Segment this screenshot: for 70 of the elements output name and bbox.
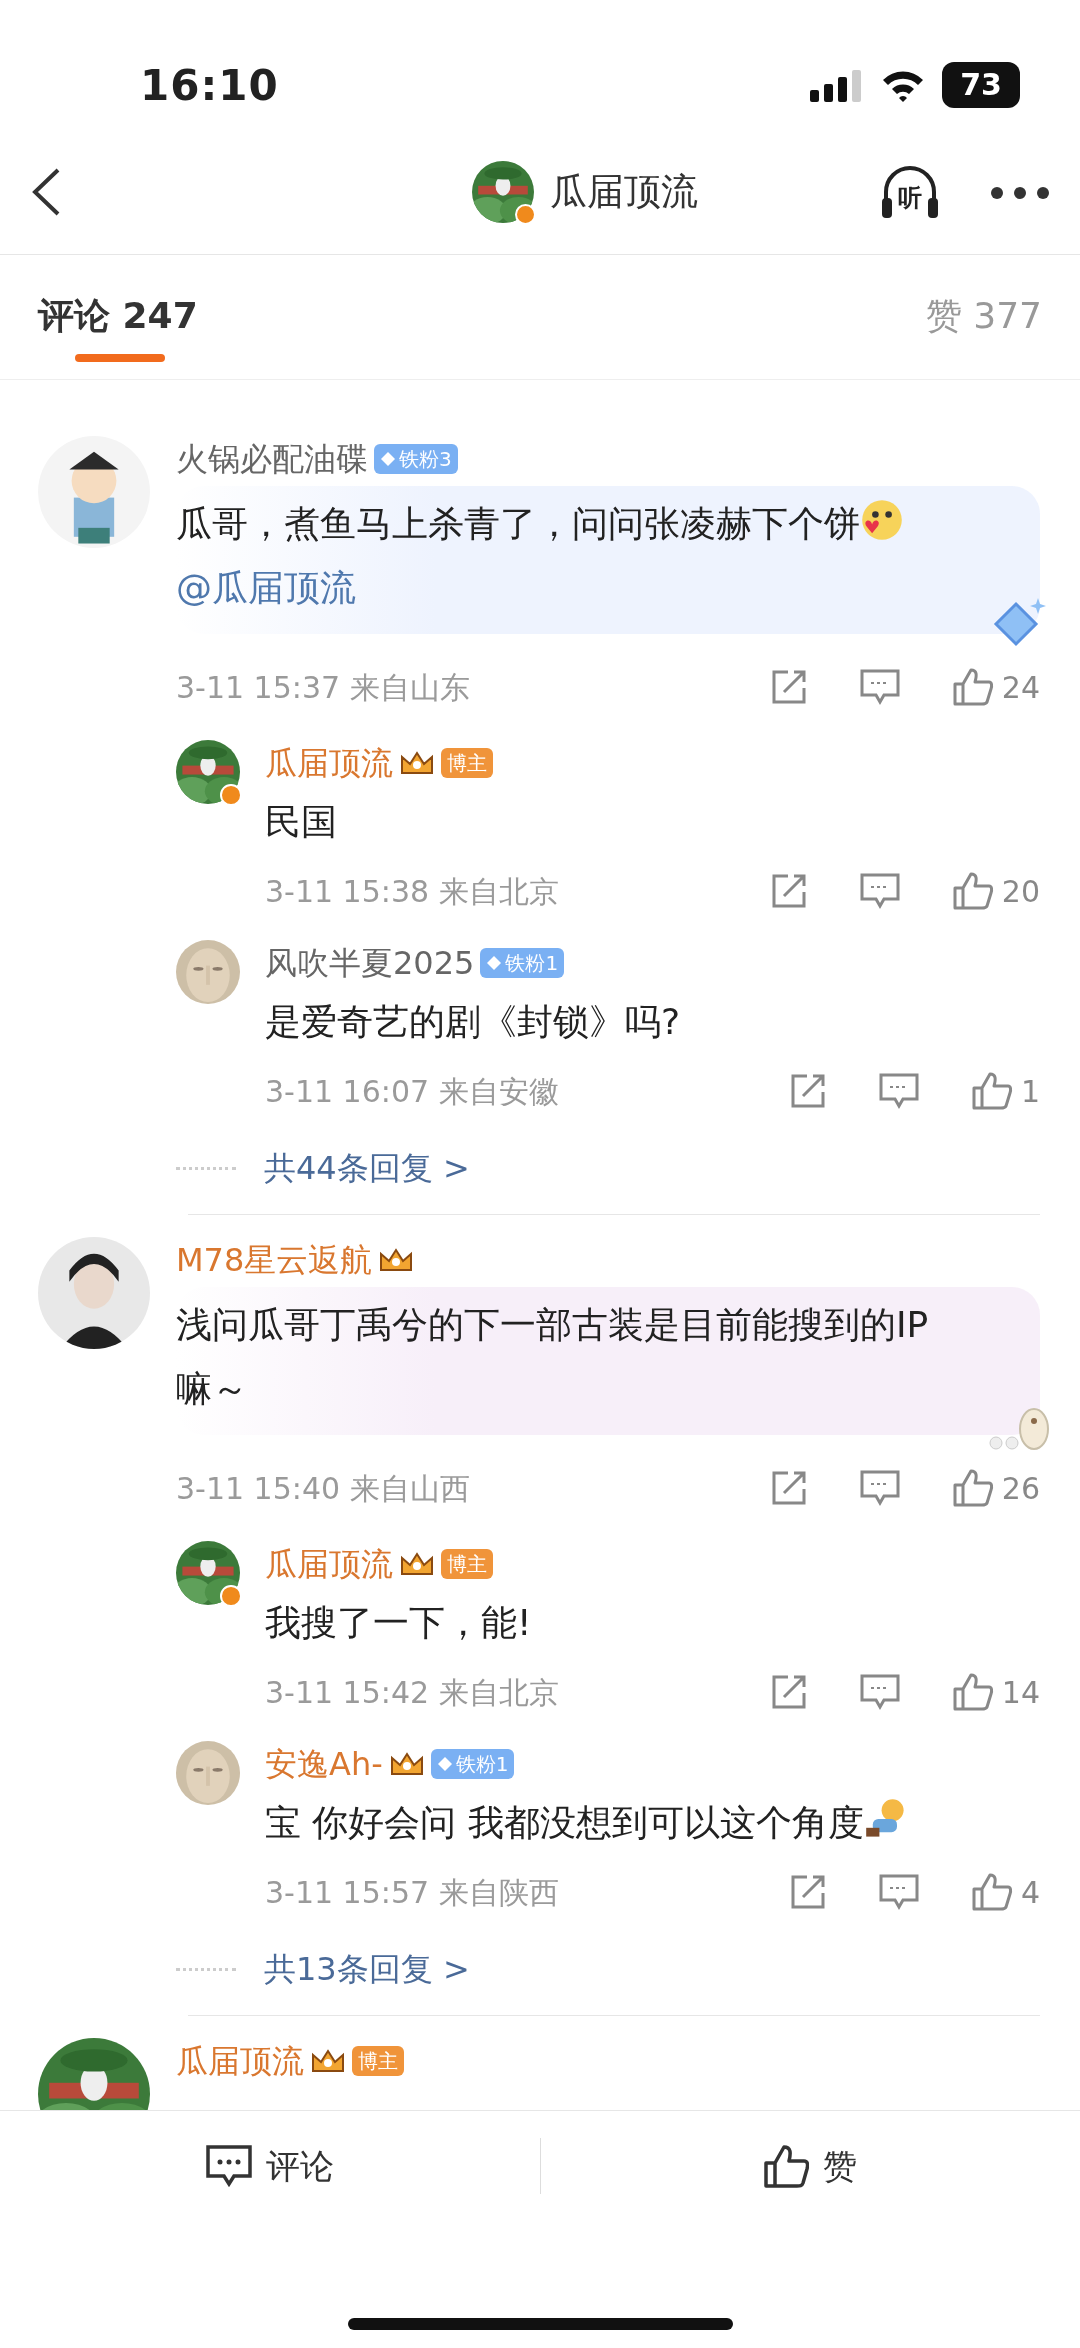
user-name: 火锅必配油碟 <box>176 439 368 480</box>
comment-text: 民国 <box>265 800 338 844</box>
like-button[interactable]: 26 <box>951 1465 1040 1511</box>
back-icon <box>30 167 62 217</box>
like-button[interactable]: 赞 <box>540 2139 1080 2193</box>
post-time: 3-11 15:42 来自北京 <box>265 1673 559 1712</box>
mention-link[interactable]: @瓜届顶流 <box>176 556 950 620</box>
thumbs-up-icon <box>970 1872 1013 1912</box>
listen-button[interactable]: 听 <box>878 160 942 224</box>
like-button[interactable]: 4 <box>970 1869 1040 1915</box>
comment-button[interactable] <box>878 1072 919 1110</box>
thumbs-up-icon <box>951 1468 994 1508</box>
comment-icon <box>878 1072 919 1110</box>
comment-icon <box>859 668 900 706</box>
more-replies-link[interactable]: 共13条回复 > <box>264 1945 470 1993</box>
signal-icon <box>810 68 864 102</box>
comment-text: 宝 你好会问 我都没想到可以这个角度 <box>265 1791 1040 1855</box>
diamond-icon <box>436 1756 453 1772</box>
badge-label: 铁粉1 <box>455 1751 509 1778</box>
back-button[interactable] <box>30 167 62 217</box>
comment-icon <box>859 1673 900 1711</box>
post-time: 3-11 15:37 来自山东 <box>176 668 470 707</box>
like-button[interactable]: 20 <box>951 868 1040 914</box>
user-name: 风吹半夏2025 <box>265 943 475 984</box>
comment-button[interactable] <box>859 872 900 910</box>
thumbs-up-icon <box>951 667 994 707</box>
like-button[interactable]: 1 <box>970 1068 1040 1114</box>
battery-level: 73 <box>942 62 1020 108</box>
badge-label: 博主 <box>358 2048 398 2075</box>
comment-icon <box>878 1873 919 1911</box>
more-replies-link[interactable]: 共44条回复 > <box>264 1144 470 1192</box>
user-name: M78星云返航 <box>176 1240 373 1281</box>
account-name: 瓜届顶流 <box>550 169 698 216</box>
user-name: 瓜届顶流 <box>265 743 393 784</box>
user-name: 安逸Ah- <box>265 1744 383 1785</box>
comment-button[interactable] <box>859 1469 900 1507</box>
thumbs-up-icon <box>951 871 994 911</box>
post-time: 3-11 15:40 来自山西 <box>176 1469 470 1508</box>
badge-label: 铁粉3 <box>399 446 452 473</box>
diamond-icon <box>486 955 503 971</box>
badge-label: 博主 <box>447 1551 487 1578</box>
comment-text: 瓜哥，煮鱼马上杀青了，问问张凌赫下个饼 <box>176 492 950 556</box>
comment-text: 浅问瓜哥丁禹兮的下一部古装是目前能搜到的IP嘛～ <box>176 1303 930 1411</box>
badge-label: 博主 <box>447 750 487 777</box>
comment-text: 我搜了一下，能! <box>265 1601 533 1645</box>
post-time: 3-11 15:38 来自北京 <box>265 872 559 911</box>
thumbs-up-icon <box>951 1672 994 1712</box>
badge-label: 铁粉1 <box>505 950 559 977</box>
more-icon <box>990 185 1050 200</box>
comment-button[interactable] <box>859 1673 900 1711</box>
user-name: 瓜届顶流 <box>265 1544 393 1585</box>
post-time: 3-11 16:07 来自安徽 <box>265 1072 559 1111</box>
comment-icon <box>859 1469 900 1507</box>
comment-icon <box>859 872 900 910</box>
thumbs-up-icon <box>970 1071 1013 1111</box>
tab[interactable]: 评论 247 <box>38 292 198 362</box>
tab[interactable]: 赞 377 <box>925 292 1042 362</box>
thumbs-up-icon <box>763 2144 810 2188</box>
status-time: 16:10 <box>140 59 279 112</box>
like-button[interactable]: 14 <box>951 1669 1040 1715</box>
like-button[interactable]: 24 <box>951 664 1040 710</box>
comment-icon <box>205 2144 252 2188</box>
post-time: 3-11 15:57 来自陕西 <box>265 1873 559 1912</box>
user-name: 瓜届顶流 <box>176 2041 304 2082</box>
comment-button[interactable] <box>878 1873 919 1911</box>
comment-button[interactable] <box>859 668 900 706</box>
comment-button[interactable]: 评论 <box>0 2139 540 2193</box>
emoji-icon <box>860 498 904 542</box>
comment-text: 是爱奇艺的剧《封锁》吗? <box>265 1000 682 1044</box>
diamond-icon <box>380 451 396 467</box>
